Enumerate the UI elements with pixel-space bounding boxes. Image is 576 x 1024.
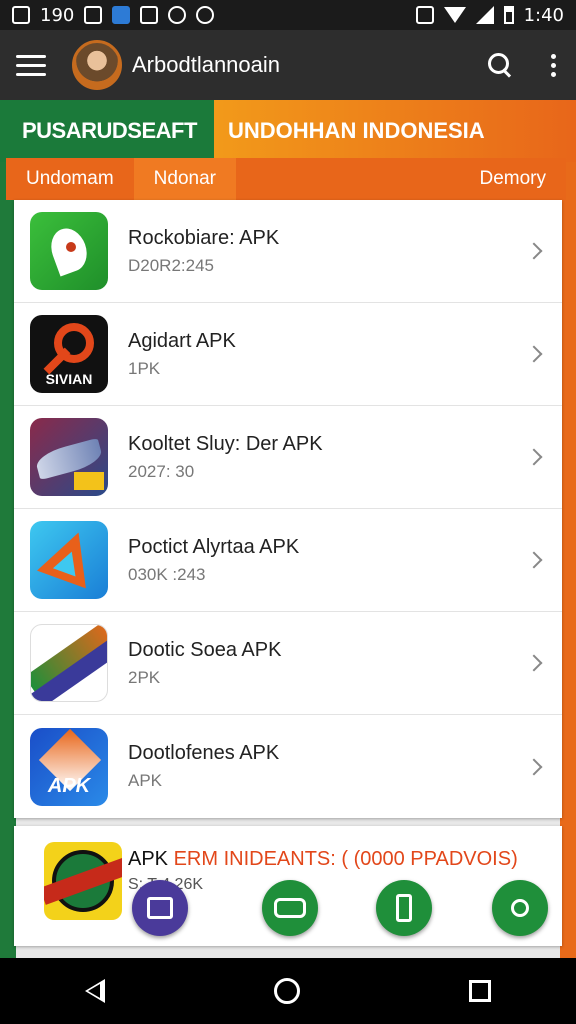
list-item[interactable]: Kooltet Sluy: Der APK 2027: 30 (14, 406, 562, 509)
list-item-title: Rockobiare: APK (128, 226, 280, 249)
share-fab-button[interactable] (492, 880, 548, 936)
system-nav-bar (0, 958, 576, 1024)
banner: PUSARUDSEAFT UNDOHHAN INDONESIA (0, 100, 576, 162)
app-notification-icon (112, 6, 131, 24)
app-title: Arbodtlannoain (132, 52, 281, 77)
gallery-icon (147, 897, 173, 919)
tab-demory[interactable]: Demory (459, 158, 566, 200)
list-item-subtitle: APK (128, 771, 163, 790)
app-icon-label: APK (47, 774, 91, 797)
sync-icon (196, 6, 215, 24)
home-icon[interactable] (273, 978, 300, 1004)
list-item-subtitle: D20R2:245 (128, 255, 215, 275)
tab-ndonar[interactable]: Ndonar (133, 158, 236, 200)
alert-icon (168, 6, 187, 24)
tab-undomam[interactable]: Undomam (6, 158, 134, 200)
battery-icon (503, 6, 514, 24)
list-item-title: Agidart APK (128, 329, 236, 352)
signal-icon (475, 6, 494, 24)
banner-right-text: UNDOHHAN INDONESIA (214, 100, 576, 162)
tab-bar: Undomam Ndonar Demory (6, 158, 566, 200)
app-icon-ring: SIVIAN (30, 315, 108, 393)
app-icon-leaf (30, 212, 108, 290)
gallery-fab-button[interactable] (132, 880, 188, 936)
chevron-right-icon (525, 345, 543, 363)
list-item-subtitle: 2027: 30 (128, 461, 195, 481)
sim-icon (12, 6, 30, 24)
list-item-title: Kooltet Sluy: Der APK (128, 432, 323, 455)
app-icon-triangle (30, 521, 108, 599)
phone-fab-button[interactable] (376, 880, 432, 936)
recent-apps-icon[interactable] (469, 980, 492, 1002)
chevron-right-icon (525, 448, 543, 466)
list-item-subtitle: 030K :243 (128, 564, 206, 584)
list-item[interactable]: Rockobiare: APK D20R2:245 (14, 200, 562, 303)
wifi-icon (443, 7, 466, 23)
app-icon-badge (44, 842, 122, 920)
list-item-title: Poctict Alyrtaa APK (128, 535, 300, 558)
status-left-text: 190 (40, 4, 75, 26)
status-time: 1:40 (523, 4, 564, 26)
phone-icon (396, 894, 412, 922)
hamburger-icon[interactable] (16, 54, 46, 76)
app-icon-flag (30, 624, 108, 702)
list-item[interactable]: Poctict Alyrtaa APK 030K :243 (14, 509, 562, 612)
chevron-right-icon (525, 242, 543, 260)
chevron-right-icon (525, 654, 543, 672)
notification-icon (140, 6, 159, 24)
banner-left-text: PUSARUDSEAFT (0, 100, 214, 162)
status-bar: 190 1:40 (0, 0, 576, 30)
chat-icon (274, 898, 306, 918)
chevron-right-icon (525, 551, 543, 569)
list-item[interactable]: SIVIAN Agidart APK 1PK (14, 303, 562, 406)
chevron-right-icon (525, 758, 543, 775)
chat-fab-button[interactable] (262, 880, 318, 936)
app-icon-label: SIVIAN (45, 371, 93, 387)
nfc-icon (415, 6, 434, 24)
list-item-title: Dootlofenes APK (128, 742, 280, 764)
featured-title-accent: ERM INIDEANTS: ( (0000 PPADVOIS) (173, 848, 518, 870)
share-icon (511, 899, 529, 917)
featured-title: APK ERM INIDEANTS: ( (0000 PPADVOIS) (128, 848, 518, 871)
more-vert-icon[interactable] (547, 53, 560, 77)
list-item-subtitle: 1PK (128, 358, 161, 378)
back-icon[interactable] (84, 979, 105, 1003)
avatar[interactable] (72, 40, 122, 90)
list-item[interactable]: Dootic Soea APK 2PK (14, 612, 562, 715)
featured-title-prefix: APK (128, 848, 174, 870)
photo-icon (84, 6, 103, 24)
list-item-title: Dootic Soea APK (128, 638, 282, 661)
app-bar: Arbodtlannoain (0, 30, 576, 100)
list-item[interactable]: APK Dootlofenes APK APK (14, 715, 562, 818)
list-item-subtitle: 2PK (128, 667, 161, 687)
search-icon[interactable] (487, 52, 513, 78)
app-icon-game (30, 418, 108, 496)
app-icon-apk: APK (30, 727, 108, 806)
app-list: Rockobiare: APK D20R2:245 SIVIAN Agidart… (14, 200, 562, 818)
